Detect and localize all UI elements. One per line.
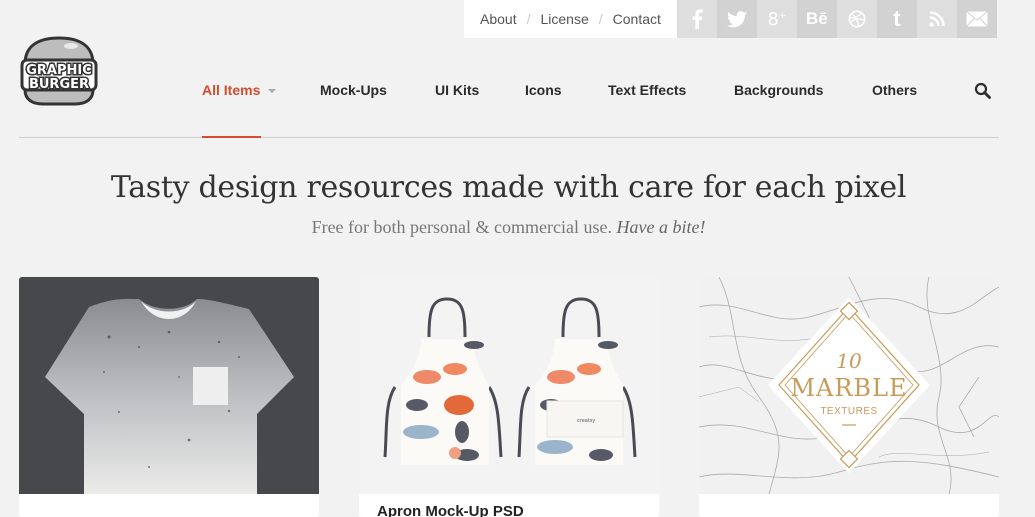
apron-brand-label: creatsy [577,418,595,424]
social-links: 8+ Bē t [676,0,997,38]
nav-others[interactable]: Others [872,82,917,98]
resource-card[interactable] [19,277,319,517]
nav-ui-kits[interactable]: UI Kits [435,82,479,98]
apron-mockup-image[interactable]: creatsy [359,277,659,494]
nav-text-effects[interactable]: Text Effects [608,82,686,98]
card-title[interactable]: Apron Mock-Up PSD [377,503,524,517]
marble-textures-image[interactable]: 10 MARBLE TEXTURES [699,277,999,494]
badge-word: MARBLE [790,374,907,402]
license-link[interactable]: License [540,11,588,27]
hero-subtitle: Free for both personal & commercial use.… [0,217,1017,238]
nav-icons[interactable]: Icons [525,82,562,98]
main-nav: All Items Mock-Ups UI Kits Icons Text Ef… [0,82,1035,100]
hero-subtitle-emphasis: Have a bite! [616,217,706,237]
resource-card[interactable]: creatsy Apron Mock-Up PSD [359,277,659,517]
nav-backgrounds[interactable]: Backgrounds [734,82,823,98]
badge-number: 10 [836,349,862,373]
chevron-down-icon [268,89,277,94]
tshirt-mockup-image[interactable] [19,277,319,494]
contact-link[interactable]: Contact [613,11,661,27]
nav-label: All Items [202,82,261,98]
nav-mock-ups[interactable]: Mock-Ups [320,82,387,98]
behance-icon[interactable]: Bē [796,0,837,38]
top-links: About / License / Contact [464,0,677,38]
separator: / [598,11,603,27]
resource-card[interactable]: 10 MARBLE TEXTURES [699,277,999,517]
nav-all-items[interactable]: All Items [202,82,277,98]
hero-title: Tasty design resources made with care fo… [110,170,907,205]
tumblr-icon[interactable]: t [876,0,917,38]
dribbble-icon[interactable] [836,0,877,38]
rss-icon[interactable] [916,0,957,38]
google-plus-icon[interactable]: 8+ [756,0,797,38]
facebook-icon[interactable] [676,0,717,38]
badge-subtitle: TEXTURES [820,406,877,417]
nav-divider [19,137,999,138]
about-link[interactable]: About [480,11,517,27]
top-bar: About / License / Contact 8+ Bē t [464,0,997,38]
search-icon[interactable] [974,82,992,100]
active-nav-indicator [202,136,261,138]
hero-subtitle-text: Free for both personal & commercial use. [311,217,612,237]
logo-line1: GRAPHIC [26,63,92,78]
mail-icon[interactable] [956,0,997,38]
twitter-icon[interactable] [716,0,757,38]
separator: / [526,11,531,27]
